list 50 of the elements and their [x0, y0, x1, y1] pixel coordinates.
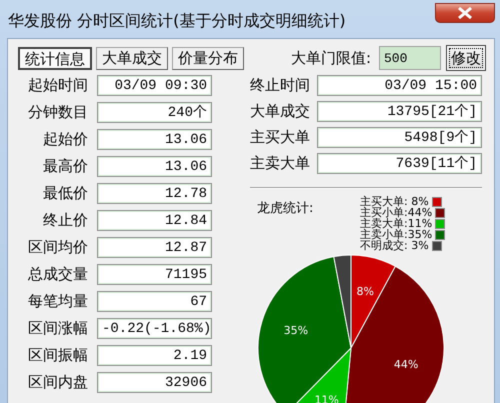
field-label: 主卖大单: [250, 154, 308, 173]
value-field: 12.87: [97, 237, 212, 258]
field-label: 最低价: [42, 184, 88, 203]
value-field: 2.19: [97, 345, 212, 366]
slice-label: 35%: [284, 324, 308, 338]
field-label: 总成交量: [27, 265, 88, 284]
value-field: 03/09 15:00: [317, 75, 482, 96]
tab[interactable]: 统计信息: [18, 46, 92, 70]
field-label: 区间均价: [27, 238, 88, 257]
value-field: 5498[9个]: [317, 127, 482, 148]
legend-label: 主买大单: 8%: [360, 196, 429, 207]
legend-label: 主卖小单:35%: [360, 229, 432, 240]
value-field: 13.06: [97, 156, 212, 177]
field-label: 区间涨幅: [27, 319, 88, 338]
value-field: 03/09 09:30: [97, 75, 212, 96]
tab[interactable]: 价量分布: [172, 46, 244, 70]
value-field: 13.06: [97, 129, 212, 150]
field-label: 区间振幅: [27, 346, 88, 365]
value-field: 67: [97, 291, 212, 312]
value-field: 71195: [97, 264, 212, 285]
field-label: 终止价: [42, 211, 88, 230]
close-button[interactable]: [435, 3, 495, 23]
value-field: 32906: [97, 372, 212, 393]
chart-title: 龙虎统计:: [257, 200, 314, 217]
legend-label: 主买小单:44%: [360, 207, 432, 218]
value-field: -0.22(-1.68%): [97, 318, 212, 339]
window-title: 华发股份 分时区间统计(基于分时成交明细统计): [7, 10, 346, 32]
slice-label: 44%: [394, 358, 418, 371]
field-label: 大单成交: [250, 102, 308, 121]
value-field: 240个: [97, 102, 212, 123]
field-label: 最高价: [42, 157, 88, 176]
close-icon: [456, 7, 474, 19]
value-field: 7639[11个]: [317, 153, 482, 174]
field-label: 主买大单: [250, 128, 308, 147]
legend-label: 不明成交: 3%: [360, 240, 429, 251]
field-label: 分钟数目: [27, 103, 88, 122]
slice-label: 8%: [356, 285, 374, 298]
threshold-field[interactable]: 500: [379, 46, 441, 70]
field-label: 终止时间: [250, 76, 308, 95]
modify-button[interactable]: 修改: [446, 45, 486, 71]
field-label: 区间内盘: [27, 373, 88, 392]
tab[interactable]: 大单成交: [96, 46, 168, 70]
value-field: 12.78: [97, 183, 212, 204]
threshold-label: 大单门限值:: [290, 48, 371, 68]
field-label: 起始价: [42, 130, 88, 149]
value-field: 12.84: [97, 210, 212, 231]
legend-label: 主卖大单:11%: [360, 218, 432, 229]
field-label: 起始时间: [27, 76, 88, 95]
value-field: 13795[21个]: [317, 101, 482, 122]
field-label: 每笔均量: [27, 292, 88, 311]
